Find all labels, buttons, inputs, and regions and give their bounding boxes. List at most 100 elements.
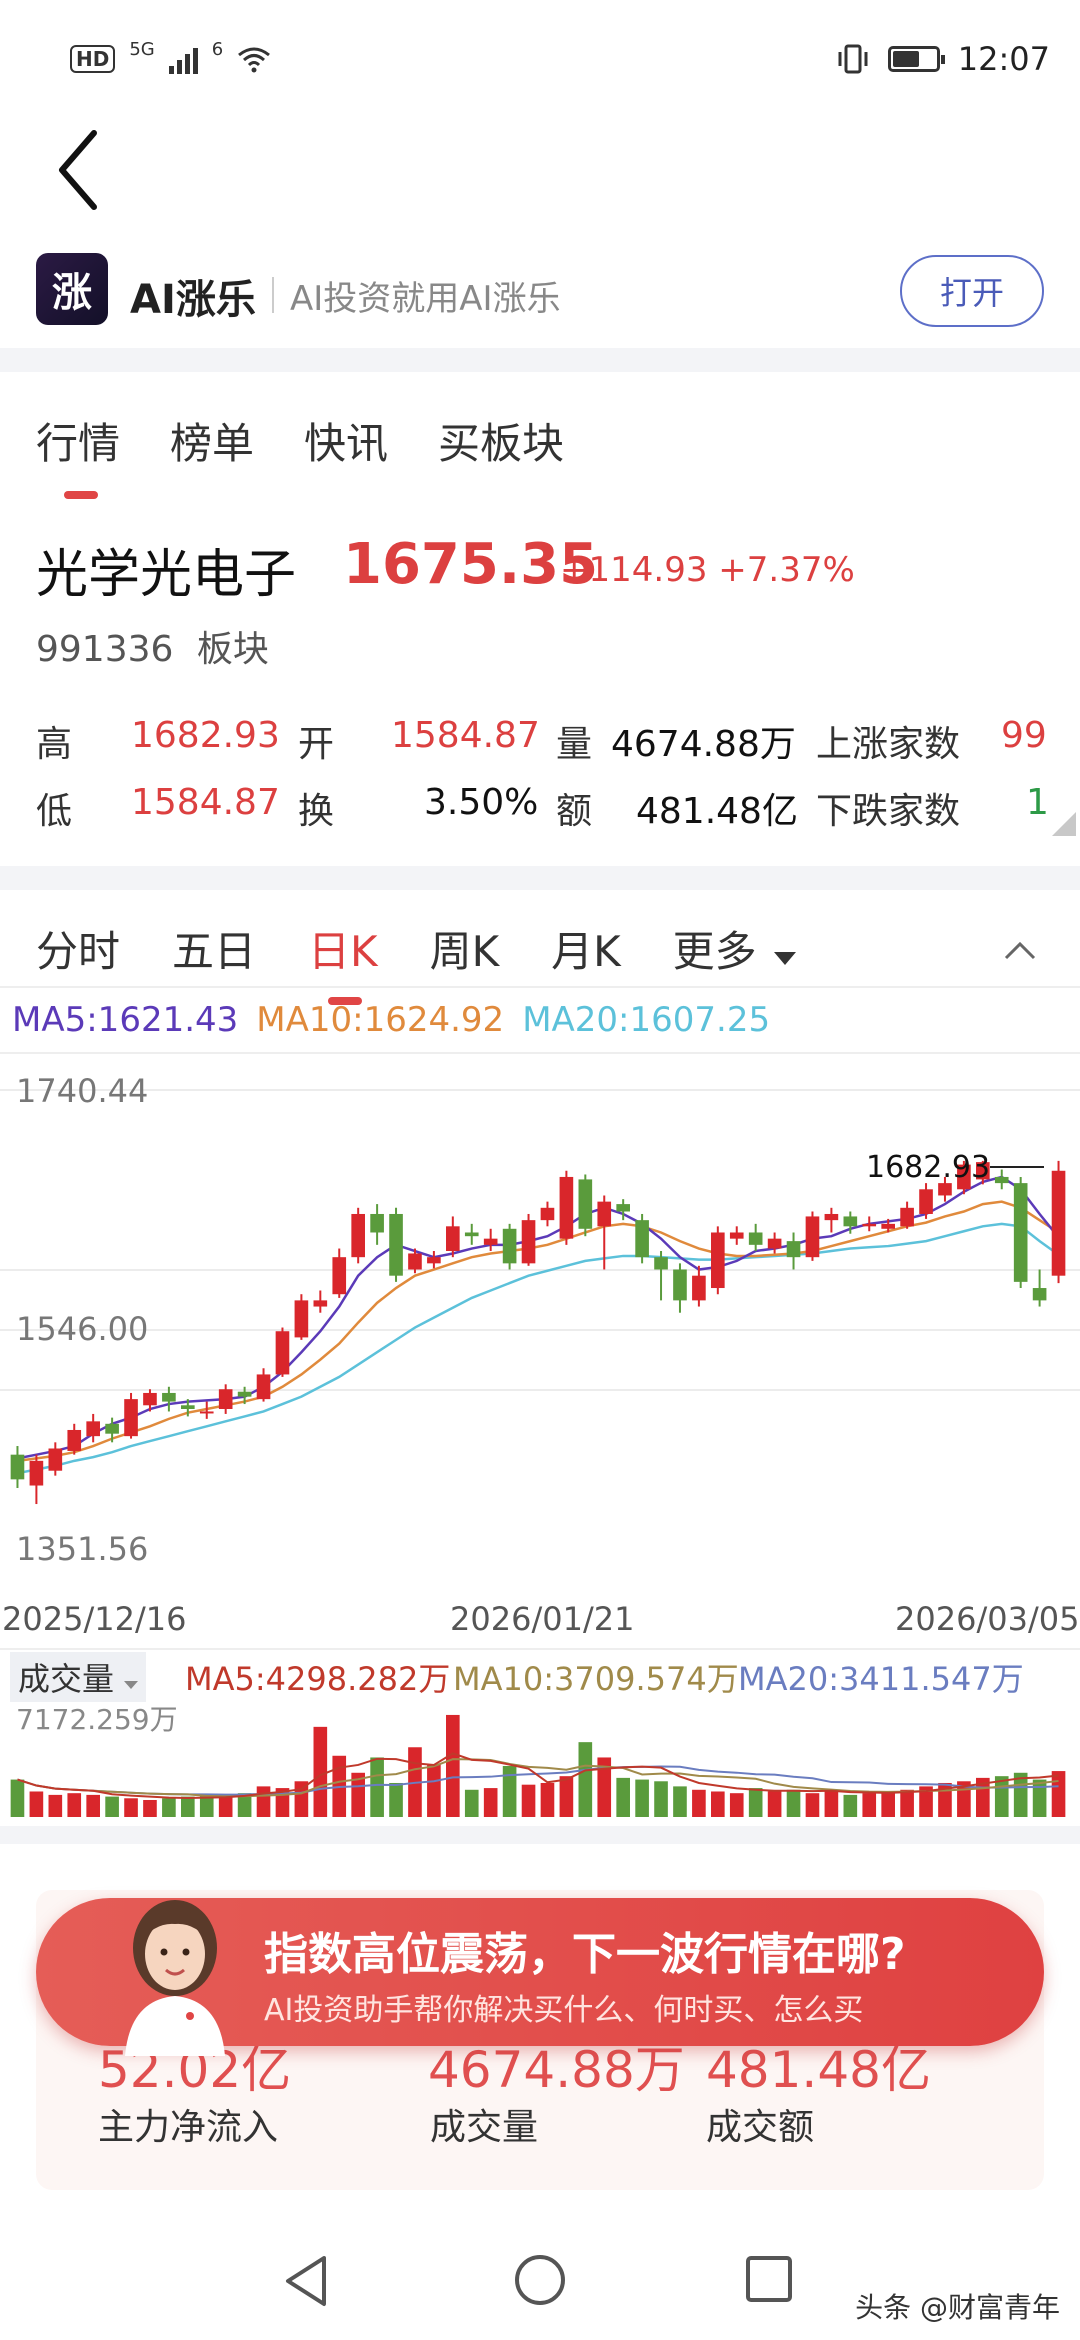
ma5-legend: MA5:1621.43 [12,1000,239,1040]
volume-bar [729,1793,744,1817]
signal-icon [168,44,198,74]
candle-body [862,1223,877,1227]
tab-monthly-k[interactable]: 月K [551,918,621,979]
section-divider [0,348,1080,372]
status-bar: HD 5G 6 12:07 [0,0,1080,120]
volume-bar [900,1789,914,1817]
candle-body [1013,1183,1028,1282]
tab-ranking[interactable]: 榜单 [170,410,254,471]
tab-news[interactable]: 快讯 [304,410,388,471]
divider [272,277,274,313]
status-right: 12:07 [836,40,1050,78]
candle-body [370,1213,384,1233]
volume-bar [313,1726,328,1817]
app-download-banner: 涨 AI涨乐 AI投资就用AI涨乐 打开 [0,245,1080,345]
divider [0,986,1080,988]
down-count-value: 1 [1026,782,1049,823]
candle-body [843,1216,858,1227]
turnover-value: 3.50% [424,782,539,823]
volume-bar [483,1788,498,1817]
watermark: 头条 @财富青年 [855,2291,1060,2324]
open-app-button[interactable]: 打开 [900,255,1044,327]
low-value: 1584.87 [131,782,280,823]
tab-buy-sector[interactable]: 买板块 [438,410,564,471]
stat-row-2: 低 1584.87 换 3.50% 额 481.48亿 下跌家数 1 [36,782,1049,832]
volume-bar [824,1791,839,1817]
amount-label: 额 [556,791,593,832]
candle-body [275,1331,290,1375]
candle-body [446,1226,460,1252]
candle-body [199,1411,214,1414]
section-divider [0,1826,1080,1844]
candle-body [124,1399,138,1437]
tab-more[interactable]: 更多 [672,918,797,979]
clock: 12:07 [957,40,1050,78]
candle-body [900,1207,914,1227]
volume-bar [256,1786,271,1817]
network-6-label: 6 [211,38,224,60]
tab-intraday[interactable]: 分时 [36,918,120,979]
app-logo: 涨 [36,253,108,325]
stat-row-1: 高 1682.93 开 1584.87 量 4674.88万 上涨家数 99 [36,715,1047,765]
volume-bar [862,1793,877,1817]
fund-volume-label: 成交量 [430,2107,539,2148]
open-label: 开 [298,724,335,765]
ma10-legend: MA10:1624.92 [256,1000,505,1040]
volume-bar [559,1776,574,1817]
nav-back-icon[interactable] [282,2254,332,2308]
assistant-avatar-icon [125,1900,225,2056]
candle-body [786,1241,801,1258]
candle-body [143,1392,157,1406]
volume-bar [1051,1771,1066,1817]
volume-bar [389,1782,403,1817]
candle-body [218,1389,233,1409]
turnover-label: 换 [298,791,335,832]
tab-market[interactable]: 行情 [36,410,120,499]
expand-corner-icon[interactable] [1052,812,1076,836]
candle-body [729,1232,744,1239]
x-axis-label: 2026/03/05 [895,1600,1079,1638]
candle-body [824,1213,839,1221]
candle-body [673,1269,687,1301]
volume-bar [521,1784,536,1817]
nav-home-icon[interactable] [512,2252,568,2308]
tab-daily-k[interactable]: 日K [308,918,378,1005]
volume-bar [540,1782,555,1817]
candle-body [105,1423,119,1434]
collapse-chevron-icon[interactable] [1000,930,1040,970]
up-count-label: 上涨家数 [816,724,961,765]
back-arrow-icon[interactable] [50,125,110,215]
tab-five-day[interactable]: 五日 [172,918,256,979]
battery-icon [887,46,945,72]
low-label: 低 [36,791,73,832]
divider [0,1648,1080,1650]
candle-body [162,1392,176,1402]
tab-weekly-k[interactable]: 周K [430,918,500,979]
volume-bar [748,1788,763,1817]
volume-bar [502,1765,517,1817]
fund-amount-label: 成交额 [706,2107,815,2148]
volume-bar [427,1764,441,1817]
network-5g-label: 5G [129,38,155,60]
volume-bar [143,1799,157,1817]
candle-body [332,1257,347,1295]
high-label: 高 [36,724,73,765]
candle-body [48,1448,63,1471]
candlestick-chart[interactable]: 1740.44 1546.00 1351.56 2025/12/16 2026/01/2… [0,1050,1080,1650]
candle-body [919,1189,933,1214]
candle-body [767,1238,782,1249]
ma10-line [17,1200,1060,1463]
candle-body [881,1223,895,1229]
volume-chart[interactable] [0,1685,1080,1820]
volume-value: 4674.88万 [611,724,796,765]
nav-recents-icon[interactable] [744,2254,794,2304]
candle-body [181,1405,195,1409]
amount-value: 481.48亿 [636,791,798,832]
candle-body [351,1213,365,1258]
candle-body [427,1257,441,1264]
volume-bar [181,1796,195,1817]
volume-bar [67,1793,82,1817]
volume-bar [162,1798,176,1817]
tab-more-label: 更多 [672,927,757,976]
section-divider [0,866,1080,890]
